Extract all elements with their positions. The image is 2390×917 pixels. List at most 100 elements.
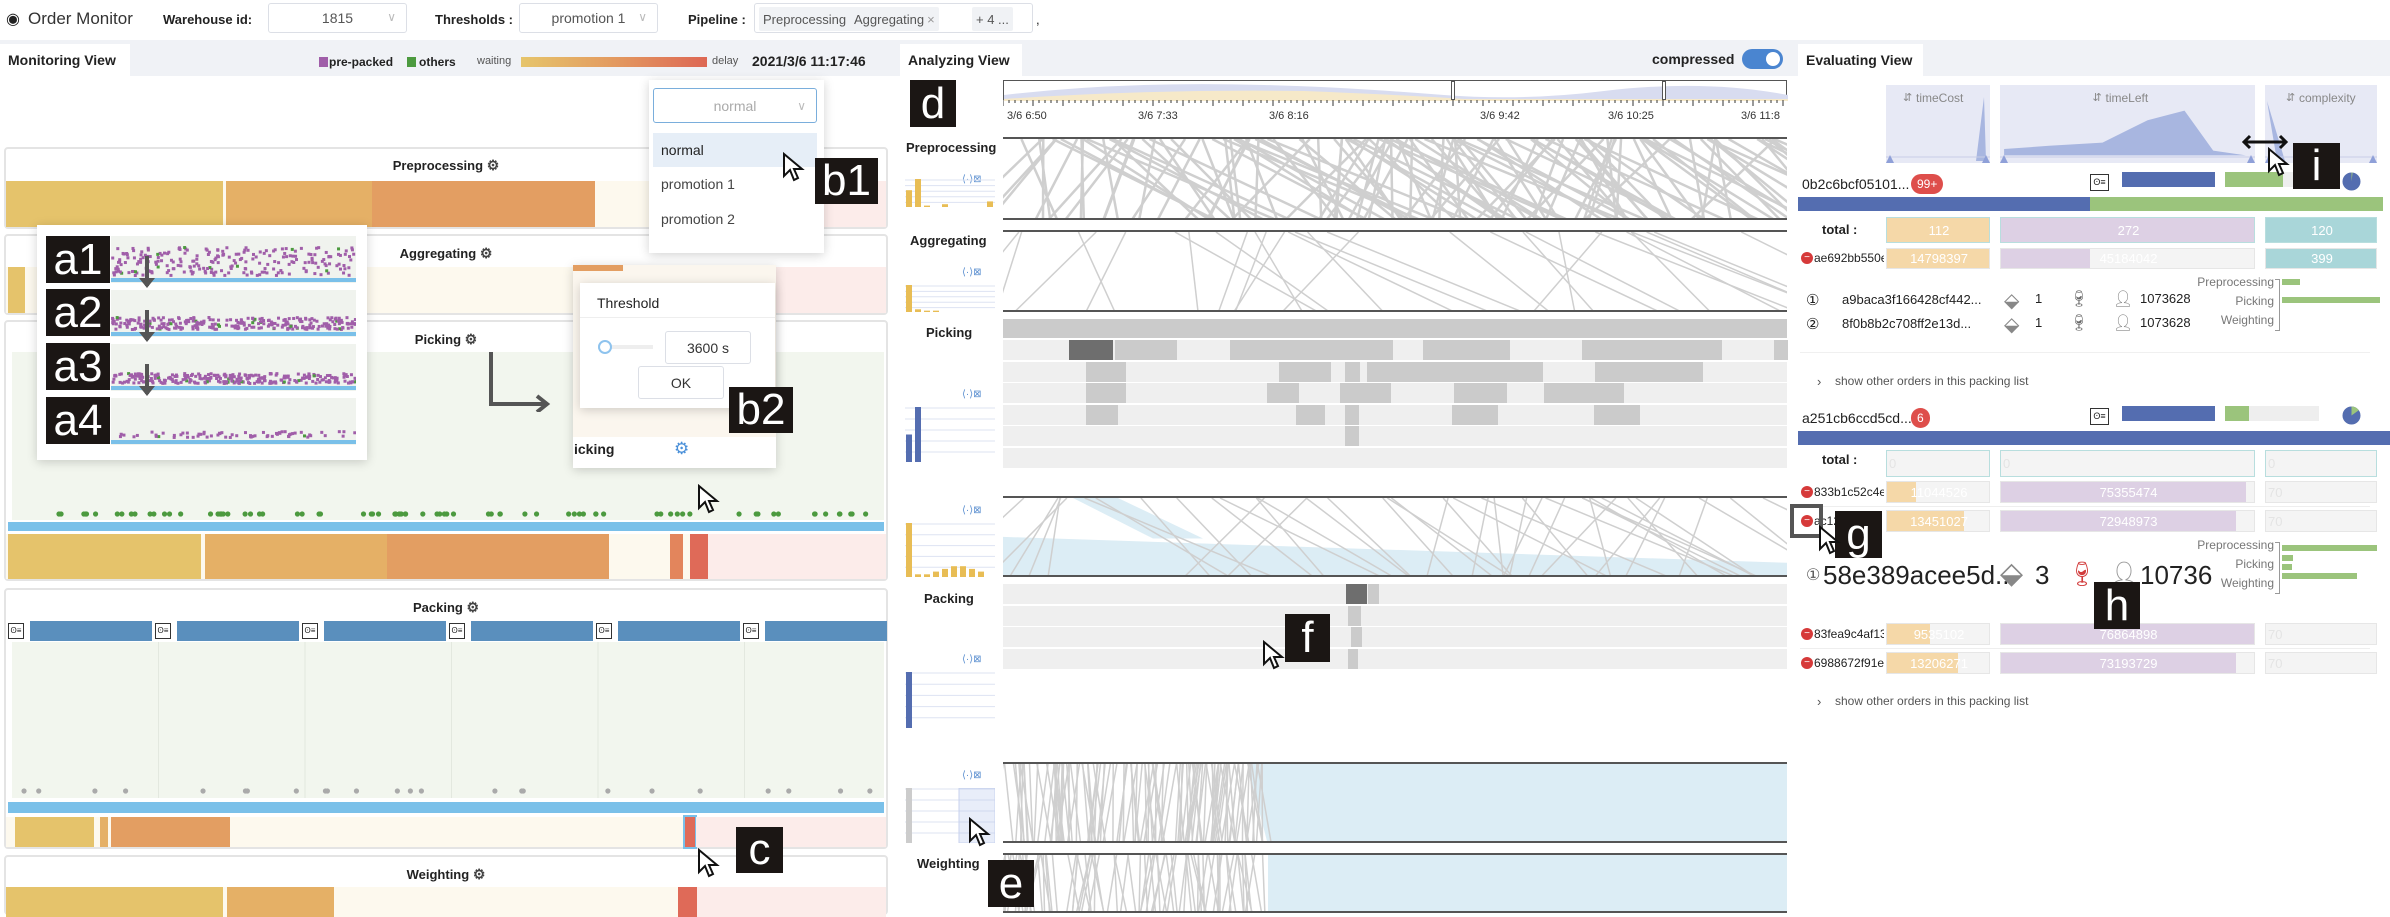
- task-block[interactable]: [1340, 383, 1391, 403]
- packing-list-icon[interactable]: ʘ≡: [743, 623, 759, 639]
- tab-monitoring-view[interactable]: Monitoring View: [0, 44, 130, 76]
- metric-cell-complexity[interactable]: 120: [2265, 217, 2377, 243]
- gear-icon[interactable]: ⚙: [674, 439, 689, 459]
- order-dot[interactable]: [766, 788, 771, 793]
- metric-cell-timeLeft[interactable]: 75355474: [2000, 481, 2255, 503]
- order-flow[interactable]: [1003, 853, 1787, 913]
- pipeline-select[interactable]: Preprocessing× Aggregating× + 4 ...: [754, 3, 1033, 33]
- order-dot[interactable]: [115, 511, 120, 516]
- order-id[interactable]: 83fea9c4af13: [1814, 627, 1884, 641]
- order-dot[interactable]: [200, 788, 205, 793]
- metric-cell-complexity[interactable]: 70: [2265, 510, 2377, 532]
- show-other-orders-link[interactable]: show other orders in this packing list: [1835, 374, 2028, 388]
- dropdown-option-promotion-2[interactable]: promotion 2: [653, 202, 817, 237]
- task-block[interactable]: [1115, 340, 1177, 360]
- task-block[interactable]: [1279, 362, 1331, 382]
- metric-cell-complexity[interactable]: 0: [2265, 450, 2377, 477]
- metric-cell-timeCost[interactable]: 9535102: [1886, 623, 1990, 645]
- order-dot[interactable]: [698, 788, 703, 793]
- picking-row[interactable]: [1003, 340, 1787, 360]
- packing-list-icon[interactable]: ʘ≡: [449, 623, 465, 639]
- task-block[interactable]: [1452, 405, 1498, 425]
- stage-distribution-chart[interactable]: [905, 523, 995, 577]
- order-dot[interactable]: [867, 788, 872, 793]
- order-flow[interactable]: [1003, 496, 1787, 577]
- expand-collapse-icons[interactable]: ⟨·⟩⊠: [962, 267, 982, 278]
- metric-cell-timeCost[interactable]: 13451027: [1886, 510, 1990, 532]
- metric-cell-timeCost[interactable]: 14798397: [1886, 248, 1990, 269]
- packing-row[interactable]: [1003, 649, 1787, 669]
- order-dot[interactable]: [442, 511, 447, 516]
- packing-list-icon[interactable]: ʘ≡: [8, 623, 24, 639]
- order-dot[interactable]: [408, 788, 413, 793]
- order-dot[interactable]: [675, 511, 680, 516]
- metric-cell-complexity[interactable]: 70: [2265, 623, 2377, 645]
- packing-list-bar[interactable]: [30, 621, 152, 641]
- gear-icon[interactable]: ⚙: [473, 866, 486, 882]
- task-block[interactable]: [1346, 584, 1367, 604]
- stage-distribution-chart[interactable]: [905, 407, 995, 462]
- metric-cell-complexity[interactable]: 70: [2265, 652, 2377, 674]
- timeline-overview[interactable]: [1003, 80, 1787, 100]
- distribution-timeCost[interactable]: ⇵timeCost: [1886, 85, 1990, 163]
- order-dot[interactable]: [823, 511, 828, 516]
- order-flow[interactable]: [1003, 762, 1787, 843]
- remove-order-icon[interactable]: −: [1801, 252, 1813, 264]
- order-dot[interactable]: [434, 511, 439, 516]
- order-dot[interactable]: [837, 511, 842, 516]
- order-dot[interactable]: [395, 788, 400, 793]
- task-block[interactable]: [1345, 405, 1359, 425]
- task-block[interactable]: [1086, 405, 1118, 425]
- order-id[interactable]: 6988672f91ee: [1814, 656, 1884, 670]
- order-dot[interactable]: [838, 788, 843, 793]
- picking-row[interactable]: [1003, 362, 1787, 382]
- task-block[interactable]: [1368, 584, 1379, 604]
- stage-bar[interactable]: [6, 887, 886, 917]
- order-dot[interactable]: [812, 511, 817, 516]
- chevron-right-icon[interactable]: ›: [1817, 694, 1821, 709]
- metric-cell-timeCost[interactable]: 11044526: [1886, 481, 1990, 503]
- metric-cell-timeCost[interactable]: 112: [1886, 217, 1990, 243]
- order-dot[interactable]: [147, 511, 152, 516]
- packing-list-id[interactable]: 0b2c6bcf05101...: [1802, 176, 1909, 192]
- order-flow[interactable]: [1003, 230, 1787, 312]
- tab-analyzing-view[interactable]: Analyzing View: [900, 44, 1022, 76]
- order-dot[interactable]: [225, 511, 230, 516]
- order-dot[interactable]: [566, 511, 571, 516]
- order-dot[interactable]: [572, 511, 577, 516]
- packing-list-bar[interactable]: [618, 621, 740, 641]
- packing-list-icon[interactable]: ʘ≡: [302, 623, 318, 639]
- order-dot[interactable]: [93, 511, 98, 516]
- order-dot[interactable]: [403, 511, 408, 516]
- picking-row[interactable]: [1003, 426, 1787, 446]
- order-dot[interactable]: [162, 511, 167, 516]
- task-block[interactable]: [1086, 383, 1126, 403]
- packing-list-icon[interactable]: ʘ≡: [155, 623, 171, 639]
- packing-list-icon[interactable]: ʘ≡: [2090, 408, 2109, 425]
- metric-cell-timeLeft[interactable]: 0: [2000, 450, 2255, 477]
- order-id[interactable]: ae692bb550e: [1814, 251, 1884, 265]
- expand-collapse-icons[interactable]: ⟨·⟩⊠: [962, 770, 982, 781]
- order-dot[interactable]: [497, 511, 502, 516]
- item-id[interactable]: 58e389acee5d...: [1823, 560, 2017, 591]
- order-dot[interactable]: [848, 511, 853, 516]
- task-block[interactable]: [1345, 426, 1359, 446]
- order-dot[interactable]: [649, 788, 654, 793]
- packing-area[interactable]: [12, 642, 884, 798]
- task-block[interactable]: [1348, 606, 1361, 626]
- order-dot[interactable]: [84, 511, 89, 516]
- expand-collapse-icons[interactable]: ⟨·⟩⊠: [962, 505, 982, 516]
- order-dot[interactable]: [755, 511, 760, 516]
- picking-row[interactable]: [1003, 405, 1787, 425]
- order-dot[interactable]: [601, 511, 606, 516]
- thresholds-select[interactable]: promotion 1∨: [519, 3, 658, 33]
- order-dot[interactable]: [534, 511, 539, 516]
- order-dot[interactable]: [129, 511, 134, 516]
- order-dot[interactable]: [736, 511, 741, 516]
- packing-list-icon[interactable]: ʘ≡: [596, 623, 612, 639]
- remove-order-icon[interactable]: −: [1801, 486, 1813, 498]
- task-block[interactable]: [1348, 649, 1358, 669]
- task-block[interactable]: [1069, 340, 1113, 360]
- order-dot[interactable]: [522, 511, 527, 516]
- picking-row[interactable]: [1003, 448, 1787, 468]
